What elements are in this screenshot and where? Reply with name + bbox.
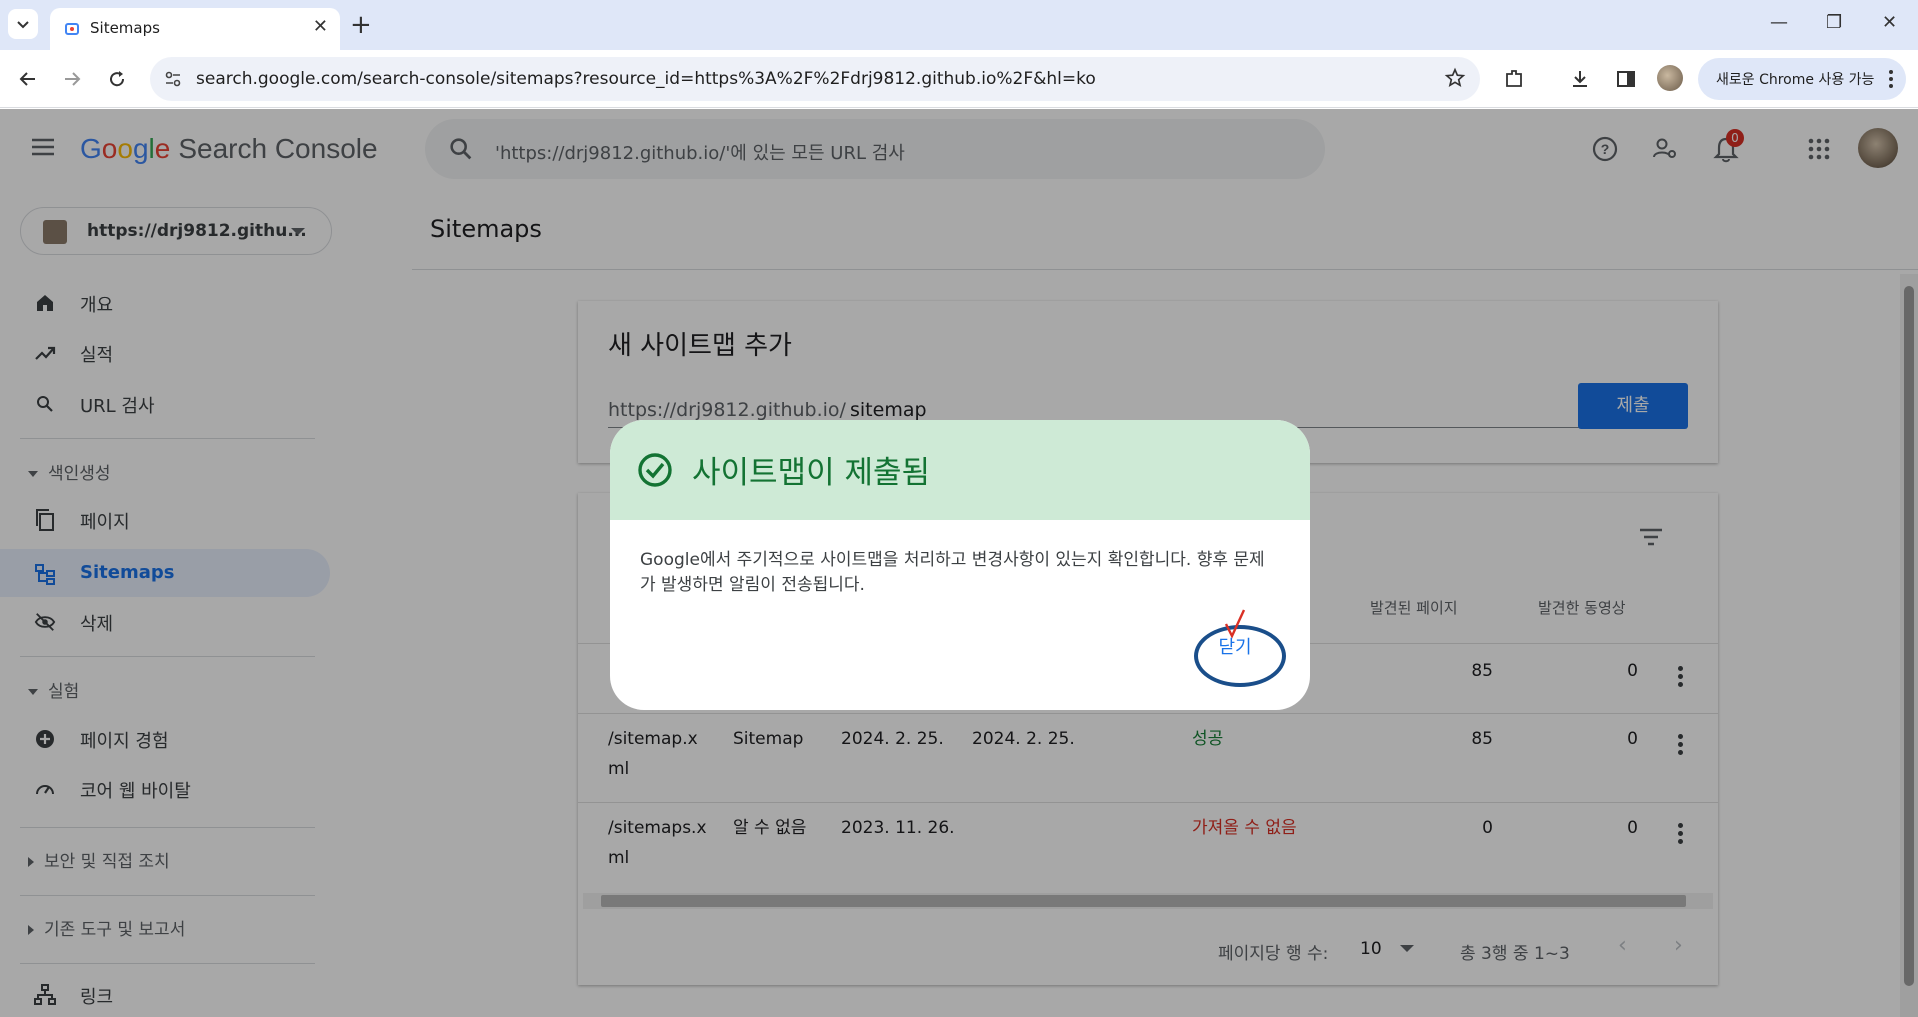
downloads-icon[interactable] xyxy=(1566,65,1594,93)
tab-title: Sitemaps xyxy=(90,19,160,37)
dialog-title: 사이트맵이 제출됨 xyxy=(692,455,931,491)
profile-avatar-small[interactable] xyxy=(1657,65,1683,91)
more-vert-icon xyxy=(1889,70,1893,88)
chrome-update-button[interactable]: 새로운 Chrome 사용 가능 xyxy=(1698,58,1906,100)
browser-tab-bar: Sitemaps ✕ + — ❐ ✕ xyxy=(0,0,1918,50)
url-text: search.google.com/search-console/sitemap… xyxy=(196,69,1096,89)
restore-icon[interactable]: ❐ xyxy=(1826,12,1842,33)
browser-tab[interactable]: Sitemaps ✕ xyxy=(50,8,340,50)
new-tab-button[interactable]: + xyxy=(350,10,372,40)
check-circle-icon xyxy=(638,453,672,487)
dialog-body: Google에서 주기적으로 사이트맵을 처리하고 변경사항이 있는지 확인합니… xyxy=(640,550,1265,595)
chrome-update-label: 새로운 Chrome 사용 가능 xyxy=(1716,72,1875,88)
bookmark-star-icon[interactable] xyxy=(1444,67,1466,89)
minimize-icon[interactable]: — xyxy=(1770,12,1788,33)
sitemap-submitted-dialog: 사이트맵이 제출됨 Google에서 주기적으로 사이트맵을 처리하고 변경사항… xyxy=(610,420,1310,710)
browser-toolbar: search.google.com/search-console/sitemap… xyxy=(0,50,1918,108)
address-bar[interactable]: search.google.com/search-console/sitemap… xyxy=(150,57,1480,101)
reload-icon[interactable] xyxy=(103,65,131,93)
tab-search-button[interactable] xyxy=(8,9,38,39)
side-panel-icon[interactable] xyxy=(1612,65,1640,93)
close-tab-icon[interactable]: ✕ xyxy=(313,16,328,37)
extensions-icon[interactable] xyxy=(1500,65,1528,93)
search-console-favicon-icon xyxy=(65,23,79,35)
close-button[interactable]: 닫기 xyxy=(1210,626,1260,670)
chevron-down-icon xyxy=(17,21,29,29)
back-icon[interactable] xyxy=(14,65,42,93)
window-close-icon[interactable]: ✕ xyxy=(1882,12,1897,33)
forward-icon[interactable] xyxy=(58,65,86,93)
site-info-icon[interactable] xyxy=(164,70,182,88)
